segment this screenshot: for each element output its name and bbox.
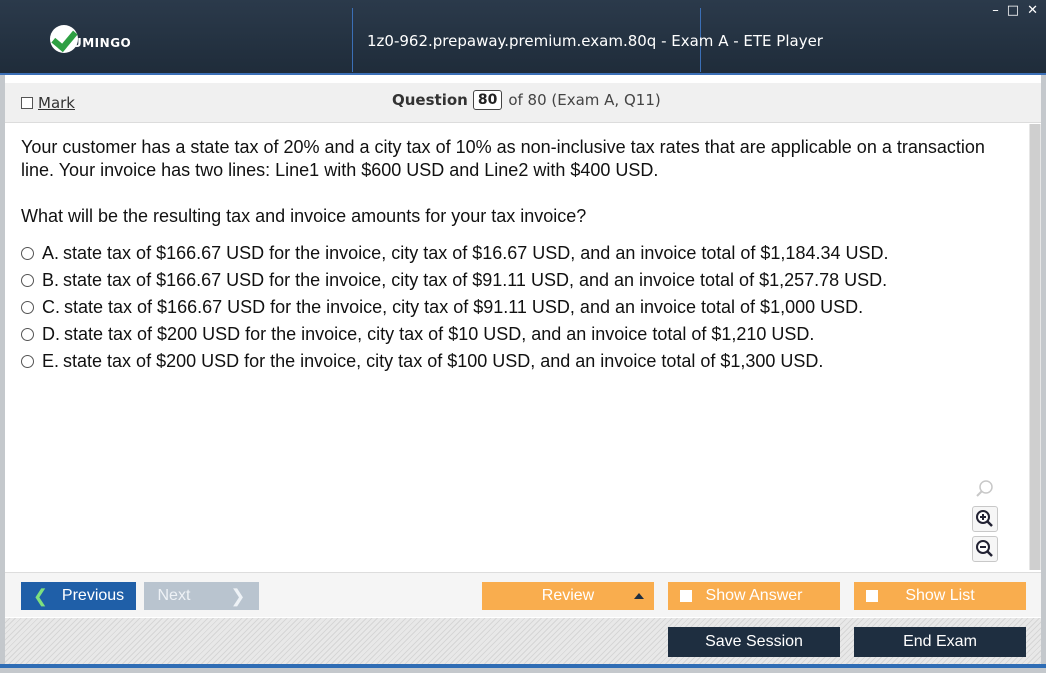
- answer-option-c[interactable]: C. state tax of $166.67 USD for the invo…: [21, 294, 1011, 321]
- question-suffix: of 80 (Exam A, Q11): [508, 91, 661, 109]
- review-button[interactable]: Review: [482, 582, 654, 610]
- close-icon[interactable]: ✕: [1027, 3, 1038, 19]
- radio-button[interactable]: [21, 328, 34, 341]
- show-answer-checkbox[interactable]: [680, 590, 692, 602]
- window-title: 1z0-962.prepaway.premium.exam.80q - Exam…: [367, 32, 823, 50]
- option-letter: D.: [42, 324, 60, 344]
- zoom-in-icon[interactable]: [972, 506, 998, 532]
- window-border-bottom: [0, 668, 1046, 673]
- minimize-icon[interactable]: –: [992, 3, 999, 19]
- option-text: state tax of $200 USD for the invoice, c…: [64, 324, 815, 344]
- end-exam-button[interactable]: End Exam: [854, 627, 1026, 657]
- question-content: Your customer has a state tax of 20% and…: [5, 124, 1027, 570]
- maximize-icon[interactable]: □: [1007, 3, 1019, 19]
- question-text: Your customer has a state tax of 20% and…: [21, 137, 985, 180]
- question-header: Mark Question 80 of 80 (Exam A, Q11): [5, 83, 1041, 123]
- next-button[interactable]: Next ❯: [144, 582, 259, 610]
- show-answer-button[interactable]: Show Answer: [668, 582, 840, 610]
- answer-option-d[interactable]: D. state tax of $200 USD for the invoice…: [21, 321, 1011, 348]
- chevron-left-icon: ❮: [32, 585, 48, 606]
- zoom-tools: [972, 476, 998, 562]
- option-letter: C.: [42, 297, 60, 317]
- option-text: state tax of $166.67 USD for the invoice…: [63, 270, 888, 290]
- question-prompt: What will be the resulting tax and invoi…: [21, 206, 587, 226]
- mark-checkbox-box[interactable]: [21, 97, 33, 109]
- option-text: state tax of $166.67 USD for the invoice…: [63, 243, 889, 263]
- window-controls: – □ ✕: [992, 3, 1038, 19]
- next-label: Next: [157, 587, 191, 604]
- radio-button[interactable]: [21, 247, 34, 260]
- scrollbar-thumb[interactable]: [1030, 124, 1040, 570]
- save-session-button[interactable]: Save Session: [668, 627, 840, 657]
- show-answer-label: Show Answer: [705, 587, 803, 604]
- show-list-button[interactable]: Show List: [854, 582, 1026, 610]
- radio-button[interactable]: [21, 301, 34, 314]
- window-border-right: [1041, 75, 1046, 673]
- radio-button[interactable]: [21, 274, 34, 287]
- question-counter: Question 80 of 80 (Exam A, Q11): [392, 90, 661, 110]
- show-list-checkbox[interactable]: [866, 590, 878, 602]
- question-label: Question: [392, 91, 468, 109]
- review-label: Review: [541, 587, 595, 604]
- option-letter: E.: [42, 351, 60, 371]
- logo-check-icon: [50, 25, 78, 53]
- navigation-bar: ❮ Previous Next ❯ Review Show Answer Sho…: [5, 572, 1041, 617]
- footer-bar: Save Session End Exam: [5, 618, 1041, 664]
- option-text: state tax of $166.67 USD for the invoice…: [64, 297, 864, 317]
- mark-checkbox[interactable]: Mark: [21, 94, 75, 112]
- caret-up-icon: [634, 593, 644, 599]
- previous-label: Previous: [61, 587, 125, 604]
- title-bar: UMINGO 1z0-962.prepaway.premium.exam.80q…: [0, 0, 1046, 75]
- bottom-accent-line: [0, 664, 1046, 668]
- question-number-input[interactable]: 80: [472, 90, 503, 110]
- answer-option-b[interactable]: B. state tax of $166.67 USD for the invo…: [21, 267, 1011, 294]
- vumingo-logo: UMINGO: [50, 24, 131, 54]
- option-letter: B.: [42, 270, 60, 290]
- search-icon[interactable]: [972, 476, 998, 502]
- option-letter: A.: [42, 243, 60, 263]
- title-divider-left: [352, 8, 353, 72]
- chevron-right-icon: ❯: [230, 585, 246, 606]
- zoom-out-icon[interactable]: [972, 536, 998, 562]
- radio-button[interactable]: [21, 355, 34, 368]
- answer-option-a[interactable]: A. state tax of $166.67 USD for the invo…: [21, 240, 1011, 267]
- show-list-label: Show List: [905, 587, 975, 604]
- answer-option-e[interactable]: E. state tax of $200 USD for the invoice…: [21, 348, 1011, 375]
- option-text: state tax of $200 USD for the invoice, c…: [63, 351, 824, 371]
- logo-text: UMINGO: [72, 36, 132, 50]
- mark-label[interactable]: Mark: [38, 94, 75, 112]
- previous-button[interactable]: ❮ Previous: [21, 582, 136, 610]
